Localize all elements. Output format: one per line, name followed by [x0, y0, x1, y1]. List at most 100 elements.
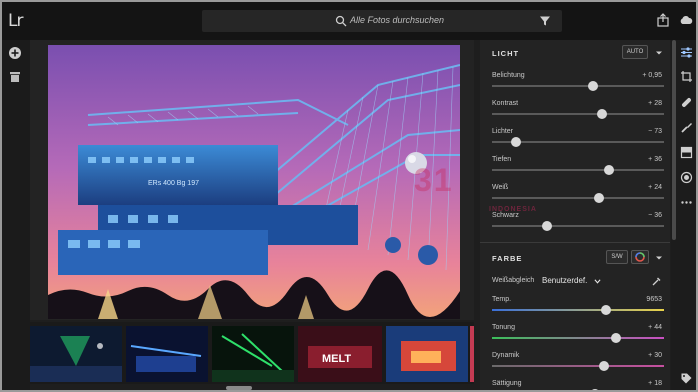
- search-icon: [335, 15, 347, 27]
- slider-kontrast[interactable]: Kontrast + 28: [492, 100, 664, 122]
- slider-track[interactable]: [492, 337, 664, 339]
- funnel-icon[interactable]: [539, 15, 551, 27]
- slider-lichter[interactable]: Lichter − 73: [492, 128, 664, 150]
- thumbnail-image: [212, 326, 294, 382]
- excavator-photo: ERs 400 Bg 197: [48, 45, 460, 319]
- slider-value[interactable]: + 44: [648, 324, 662, 331]
- slider-label: Kontrast: [492, 100, 519, 107]
- slider-tiefen[interactable]: Tiefen + 36: [492, 156, 664, 178]
- filmstrip-scroll-handle[interactable]: [226, 386, 252, 390]
- slider-belichtung[interactable]: Belichtung + 0,95: [492, 72, 664, 94]
- slider-label: Lichter: [492, 128, 514, 135]
- slider-knob[interactable]: [597, 109, 608, 119]
- search-bar[interactable]: Alle Fotos durchsuchen: [202, 10, 562, 32]
- color-section-title[interactable]: FARBE: [492, 254, 522, 263]
- thumbnail[interactable]: [30, 326, 122, 382]
- more-icon[interactable]: [680, 196, 693, 209]
- slider-sättigung[interactable]: Sättigung + 18: [492, 380, 664, 390]
- slider-track[interactable]: [492, 113, 664, 115]
- thumbnail[interactable]: [386, 326, 468, 382]
- auto-button[interactable]: AUTO: [622, 45, 648, 59]
- thumbnail-sign: MELT: [322, 353, 351, 365]
- slider-value[interactable]: − 73: [648, 128, 662, 135]
- slider-temp.[interactable]: Temp. 9653: [492, 296, 664, 318]
- cloud-icon[interactable]: [679, 13, 693, 27]
- app-logo: Lr: [8, 11, 24, 31]
- thumbnail[interactable]: [470, 326, 474, 382]
- slider-dynamik[interactable]: Dynamik + 30: [492, 352, 664, 374]
- radial-icon[interactable]: [680, 171, 693, 184]
- chevron-down-icon[interactable]: [655, 49, 663, 57]
- slider-value[interactable]: 9653: [646, 296, 662, 303]
- excavator-sign: ERs 400 Bg 197: [148, 180, 199, 187]
- slider-knob[interactable]: [603, 165, 614, 175]
- white-balance-label: Weißabgleich: [492, 277, 535, 284]
- thumbnail-image: [126, 326, 208, 382]
- slider-tonung[interactable]: Tonung + 44: [492, 324, 664, 346]
- left-rail: [2, 40, 30, 390]
- top-bar: Lr Alle Fotos durchsuchen: [2, 2, 696, 40]
- section-divider: [480, 242, 670, 243]
- share-icon[interactable]: [656, 13, 670, 27]
- slider-value[interactable]: + 30: [648, 352, 662, 359]
- thumbnail[interactable]: [126, 326, 208, 382]
- slider-knob[interactable]: [610, 333, 621, 343]
- filmstrip: MELT: [30, 322, 474, 384]
- slider-value[interactable]: + 36: [648, 156, 662, 163]
- eyedropper-icon[interactable]: [652, 276, 662, 286]
- slider-value[interactable]: + 18: [648, 380, 662, 387]
- color-wheel-icon: [635, 252, 645, 262]
- slider-track[interactable]: [492, 169, 664, 171]
- tag-icon[interactable]: [680, 372, 693, 385]
- slider-value[interactable]: + 28: [648, 100, 662, 107]
- slider-label: Schwarz: [492, 212, 519, 219]
- slider-track[interactable]: [492, 365, 664, 367]
- light-section-title[interactable]: LICHT: [492, 49, 519, 58]
- slider-label: Temp.: [492, 296, 512, 303]
- slider-track[interactable]: [492, 85, 664, 87]
- slider-knob[interactable]: [542, 221, 553, 231]
- tool-strip: [677, 40, 696, 390]
- slider-knob[interactable]: [598, 361, 609, 371]
- album-icon[interactable]: [8, 70, 22, 84]
- thumbnail[interactable]: [212, 326, 294, 382]
- watermark-subtext: INDONESIA: [489, 206, 537, 213]
- slider-knob[interactable]: [588, 81, 599, 91]
- slider-knob[interactable]: [600, 305, 611, 315]
- main-photo[interactable]: ERs 400 Bg 197: [48, 45, 460, 319]
- thumbnail[interactable]: MELT: [298, 326, 382, 382]
- bandage-icon[interactable]: [680, 96, 693, 109]
- chevron-down-icon[interactable]: [655, 254, 663, 262]
- gradient-icon[interactable]: [680, 146, 693, 159]
- chevron-down-icon[interactable]: [594, 278, 601, 285]
- plus-circle-icon[interactable]: [8, 46, 22, 60]
- brush-icon[interactable]: [680, 121, 693, 134]
- crop-icon[interactable]: [680, 70, 693, 83]
- watermark-text: 31: [414, 162, 454, 198]
- slider-label: Weiß: [492, 184, 509, 191]
- slider-value[interactable]: + 24: [648, 184, 662, 191]
- sliders-icon[interactable]: [680, 46, 693, 59]
- thumbnail-image: [386, 326, 468, 382]
- slider-knob[interactable]: [511, 137, 522, 147]
- slider-track[interactable]: [492, 197, 664, 199]
- thumbnail-image: [30, 326, 122, 382]
- slider-schwarz[interactable]: Schwarz − 36: [492, 212, 664, 234]
- slider-track[interactable]: [492, 225, 664, 227]
- slider-weiß[interactable]: Weiß + 24: [492, 184, 664, 206]
- color-mixer-button[interactable]: [631, 250, 649, 264]
- lightroom-window: Lr Alle Fotos durchsuchen ERs 400 Bg 197…: [0, 0, 698, 392]
- bw-button[interactable]: S/W: [606, 250, 628, 264]
- white-balance-select[interactable]: Benutzerdef.: [542, 276, 587, 285]
- search-input[interactable]: Alle Fotos durchsuchen: [350, 15, 444, 25]
- slider-label: Dynamik: [492, 352, 520, 359]
- slider-label: Belichtung: [492, 72, 525, 79]
- slider-knob[interactable]: [593, 193, 604, 203]
- slider-value[interactable]: + 0,95: [642, 72, 662, 79]
- slider-track[interactable]: [492, 309, 664, 311]
- slider-label: Tiefen: [492, 156, 512, 163]
- photo-viewer[interactable]: ERs 400 Bg 197: [30, 40, 474, 320]
- thumbnail-image: MELT: [298, 326, 382, 382]
- slider-value[interactable]: − 36: [648, 212, 662, 219]
- panel-scrollbar-thumb[interactable]: [672, 40, 676, 240]
